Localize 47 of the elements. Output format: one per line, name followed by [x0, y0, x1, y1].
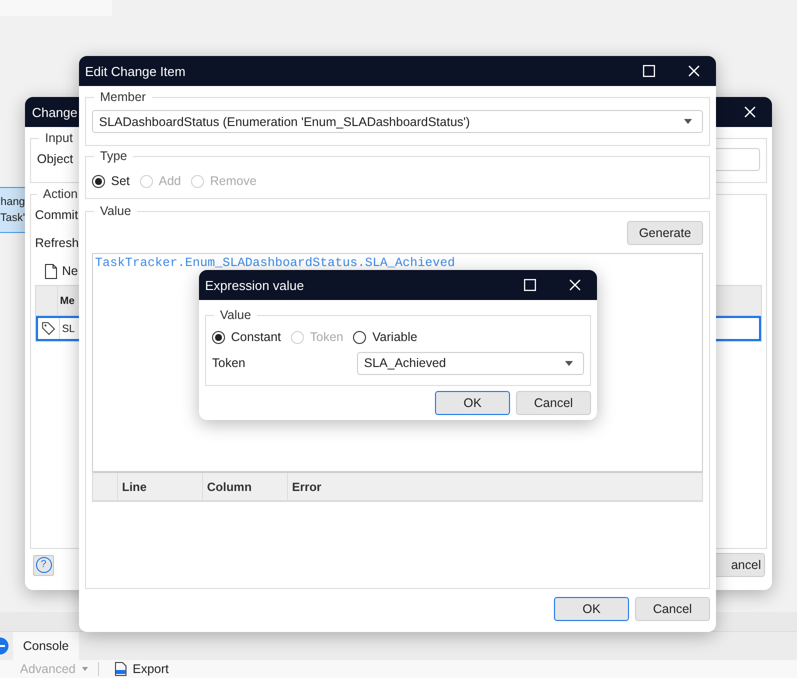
group-label: Action: [42, 187, 79, 201]
window-title: Edit Change Item: [85, 64, 186, 78]
export-button[interactable]: Export: [132, 662, 169, 676]
group-label: Input: [44, 131, 74, 145]
caret-icon: [82, 667, 88, 671]
panel-tab[interactable]: Console: [13, 632, 79, 660]
caret-icon: [565, 360, 573, 366]
group-label: Type: [99, 149, 128, 163]
column-header: Column: [203, 473, 288, 500]
close-icon[interactable]: [744, 106, 756, 118]
dialog-button[interactable]: Cancel: [516, 391, 591, 415]
toolbar-button[interactable]: Ne: [62, 264, 78, 278]
dialog-button[interactable]: OK: [554, 597, 629, 621]
list-item[interactable]: hang Task': [0, 187, 25, 233]
window-title: Expression value: [205, 278, 304, 292]
close-icon[interactable]: [688, 65, 700, 77]
column-header: Line: [118, 473, 203, 500]
field-label: Object: [37, 152, 74, 166]
table-cell-text: SL: [61, 322, 75, 336]
console-icon: [0, 637, 9, 655]
group-label: Value: [99, 204, 132, 218]
radio-button[interactable]: Variable: [353, 330, 418, 344]
csv-file-icon: [114, 662, 127, 676]
field-label: Commit: [35, 208, 78, 222]
dropdown-field[interactable]: SLADashboardStatus (Enumeration 'Enum_SLADashboardStatus'): [92, 110, 703, 133]
code-text: TaskTracker.Enum_SLADashboardStatus.SLA_Achieved: [95, 256, 456, 270]
close-icon[interactable]: [569, 279, 581, 291]
dialog-button[interactable]: Cancel: [635, 597, 710, 621]
dialog-button[interactable]: ancel: [714, 553, 765, 577]
window-title: Change: [31, 104, 78, 120]
dialog-button[interactable]: OK: [435, 391, 510, 415]
new-document-icon: [45, 264, 57, 278]
radio-button[interactable]: Set: [92, 174, 130, 188]
column-header: Me: [59, 294, 75, 308]
column-header: Error: [291, 478, 322, 496]
tag-icon: [42, 322, 55, 335]
caret-icon: [684, 119, 692, 124]
maximize-icon[interactable]: [643, 65, 655, 77]
radio-button[interactable]: Constant: [212, 330, 282, 344]
field-label: Token: [212, 356, 246, 370]
group-label: Member: [99, 90, 147, 104]
dropdown-field[interactable]: SLA_Achieved: [357, 352, 584, 374]
generate-button[interactable]: Generate: [627, 221, 703, 245]
help-button[interactable]: ?: [33, 554, 54, 576]
group-label: Value: [219, 308, 252, 322]
maximize-icon[interactable]: [524, 279, 536, 291]
field-label: Refresh: [35, 236, 79, 250]
